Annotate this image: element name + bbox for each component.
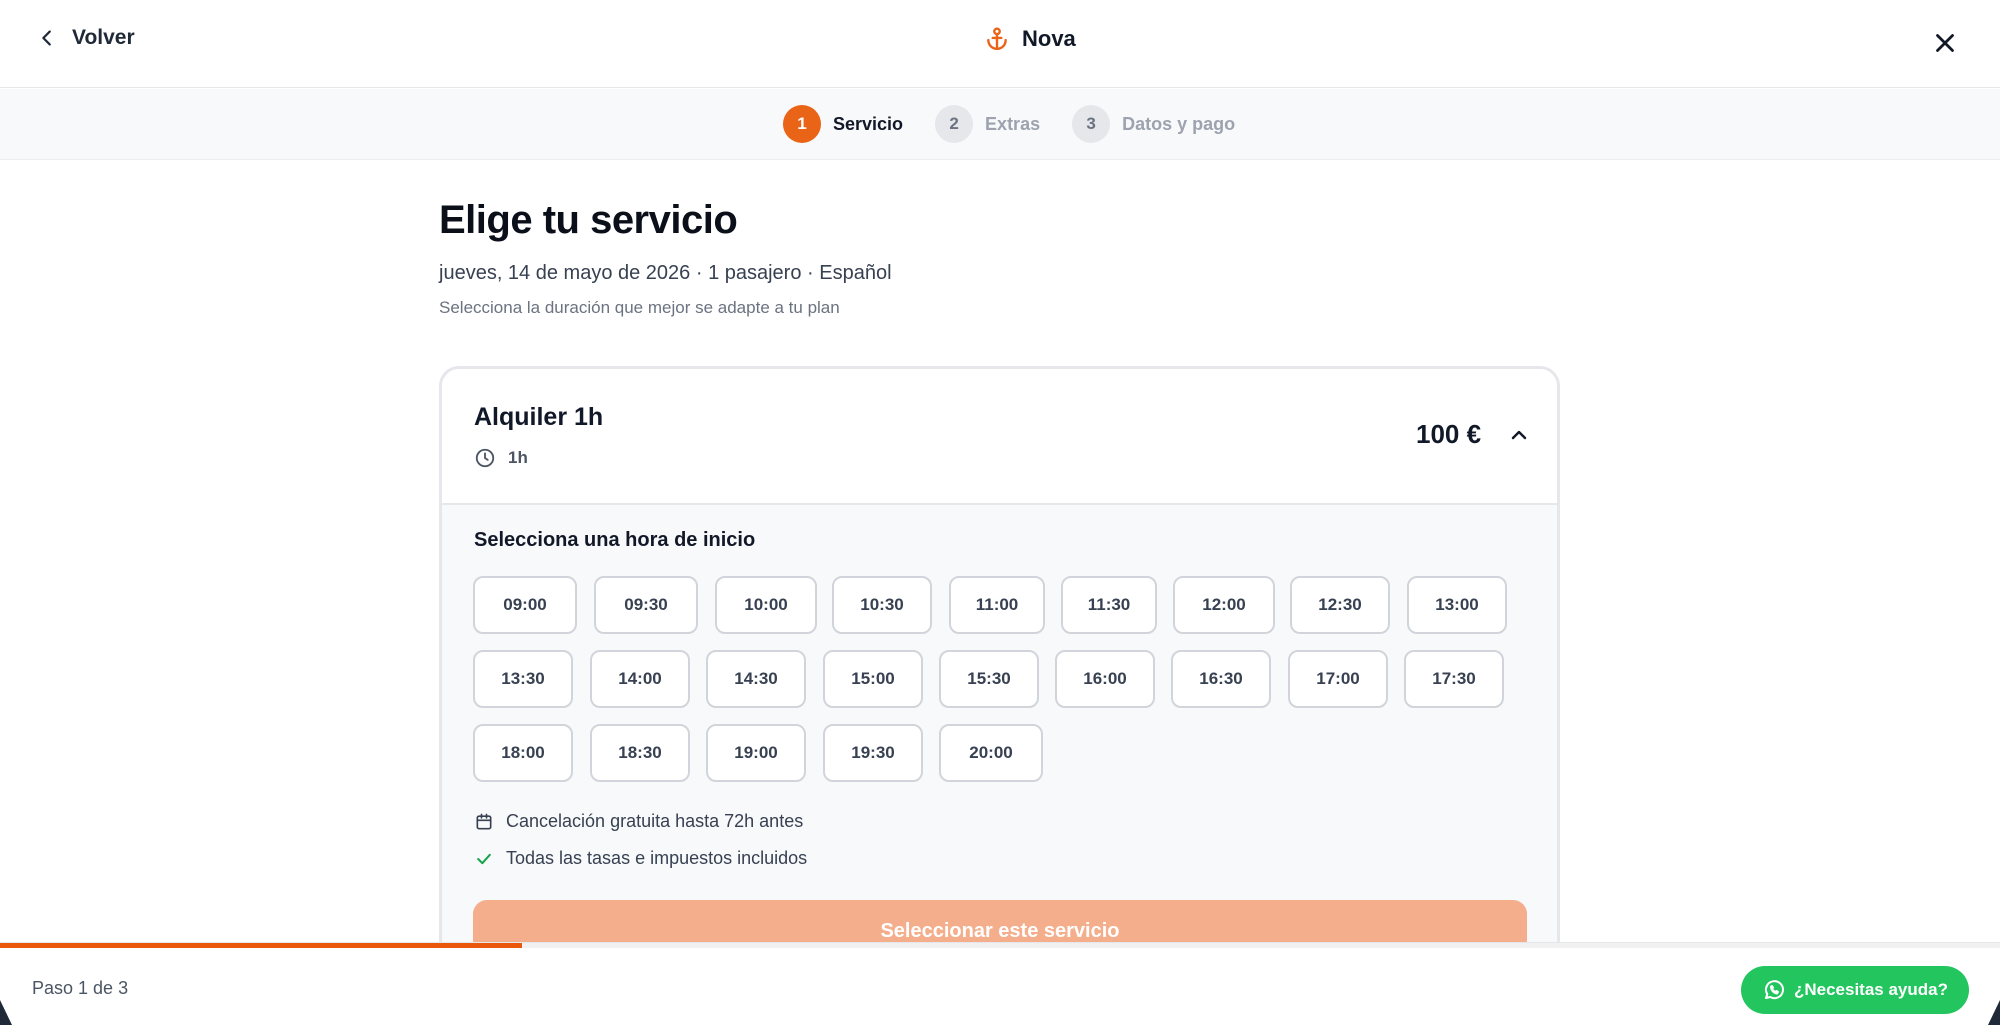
step-label: Extras xyxy=(985,113,1041,134)
service-duration: 1h xyxy=(474,447,528,469)
step-number: 2 xyxy=(935,105,974,143)
service-card-header[interactable]: Alquiler 1h 1h 100 € xyxy=(442,369,1557,505)
progress-track xyxy=(0,943,2000,948)
progress-fill xyxy=(0,943,522,948)
time-slot[interactable]: 20:00 xyxy=(939,724,1043,782)
time-slot[interactable]: 19:00 xyxy=(706,724,806,782)
page-title: Elige tu servicio xyxy=(439,198,738,242)
step-number: 3 xyxy=(1072,105,1111,143)
time-slot[interactable]: 14:30 xyxy=(706,650,806,708)
time-slot[interactable]: 11:00 xyxy=(949,576,1045,634)
time-slot[interactable]: 11:30 xyxy=(1061,576,1157,634)
perk-text: Todas las tasas e impuestos incluidos xyxy=(506,848,808,868)
footer-bar: Paso 1 de 3 ¿Necesitas ayuda? xyxy=(0,942,2000,1025)
time-slot[interactable]: 16:30 xyxy=(1171,650,1271,708)
perk-cancellation: Cancelación gratuita hasta 72h antes xyxy=(474,811,803,832)
anchor-icon xyxy=(987,27,1007,50)
time-slot[interactable]: 12:30 xyxy=(1290,576,1390,634)
time-slot[interactable]: 13:30 xyxy=(473,650,573,708)
service-name: Alquiler 1h xyxy=(474,403,604,431)
duration-label: 1h xyxy=(508,448,528,467)
time-slot[interactable]: 09:30 xyxy=(594,576,698,634)
time-slot[interactable]: 12:00 xyxy=(1173,576,1275,634)
step-servicio[interactable]: 1 Servicio xyxy=(783,105,903,143)
page-hint: Selecciona la duración que mejor se adap… xyxy=(439,298,840,317)
top-bar: Volver Nova xyxy=(0,0,2000,88)
time-slot[interactable]: 17:30 xyxy=(1404,650,1504,708)
time-slot-grid: 09:00 09:30 10:00 10:30 11:00 11:30 12:00 12:30… xyxy=(473,576,1533,786)
perk-taxes: Todas las tasas e impuestos incluidos xyxy=(474,848,807,869)
step-number: 1 xyxy=(783,105,821,143)
time-slot[interactable]: 10:30 xyxy=(832,576,932,634)
time-picker-label: Selecciona una hora de inicio xyxy=(474,529,756,551)
time-slot[interactable]: 13:00 xyxy=(1407,576,1507,634)
stepper: 1 Servicio 2 Extras 3 Datos y pago xyxy=(0,89,2000,160)
calendar-icon xyxy=(476,813,492,829)
back-label: Volver xyxy=(72,26,135,49)
time-slot[interactable]: 19:30 xyxy=(823,724,923,782)
whatsapp-icon xyxy=(1764,980,1784,1000)
booking-summary: jueves, 14 de mayo de 2026 · 1 pasajero … xyxy=(439,262,892,284)
check-icon xyxy=(477,853,491,864)
back-button[interactable]: Volver xyxy=(36,26,135,50)
time-slot[interactable]: 15:00 xyxy=(823,650,923,708)
close-icon xyxy=(1936,34,1954,52)
help-button[interactable]: ¿Necesitas ayuda? xyxy=(1741,966,1969,1014)
brand: Nova xyxy=(984,26,1076,52)
help-label: ¿Necesitas ayuda? xyxy=(1793,980,1948,999)
step-label: Datos y pago xyxy=(1122,113,1236,134)
time-picker: Selecciona una hora de inicio xyxy=(474,529,1534,552)
time-slot[interactable]: 17:00 xyxy=(1288,650,1388,708)
clock-icon xyxy=(475,448,495,468)
brand-name: Nova xyxy=(1022,26,1076,51)
time-slot[interactable]: 14:00 xyxy=(590,650,690,708)
time-slot[interactable]: 18:00 xyxy=(473,724,573,782)
step-count: Paso 1 de 3 xyxy=(32,978,129,998)
time-slot[interactable]: 09:00 xyxy=(473,576,577,634)
time-slot[interactable]: 10:00 xyxy=(715,576,817,634)
chevron-up-icon[interactable] xyxy=(1507,423,1531,447)
perk-text: Cancelación gratuita hasta 72h antes xyxy=(506,811,804,831)
time-slot[interactable]: 16:00 xyxy=(1055,650,1155,708)
time-slot[interactable]: 15:30 xyxy=(939,650,1039,708)
step-datos-pago[interactable]: 3 Datos y pago xyxy=(1072,105,1235,143)
step-label: Servicio xyxy=(833,113,904,134)
service-price: 100 € xyxy=(1416,419,1482,449)
close-button[interactable] xyxy=(1930,28,1960,58)
time-slot[interactable]: 18:30 xyxy=(590,724,690,782)
step-extras[interactable]: 2 Extras xyxy=(935,105,1040,143)
chevron-left-icon xyxy=(42,30,51,46)
